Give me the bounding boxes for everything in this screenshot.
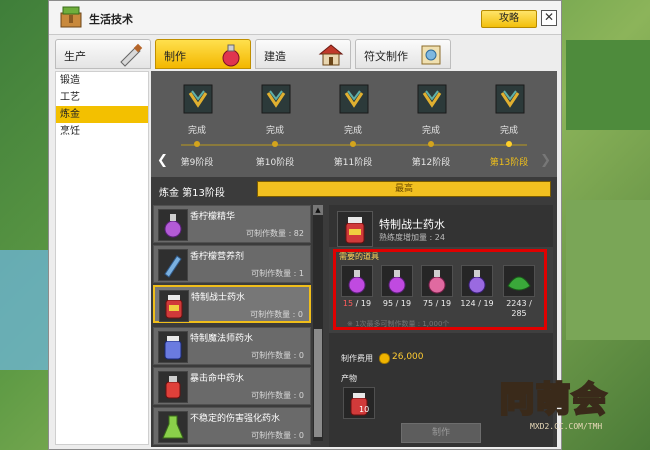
- tab-production[interactable]: 生产: [55, 39, 151, 69]
- detail-proficiency: 熟练度增加量 : 24: [379, 233, 445, 242]
- recipe-name: 香柠檬营养剂: [190, 252, 245, 262]
- potion-jar-icon: [158, 331, 188, 363]
- list-item[interactable]: 香柠檬精华 可制作数量 : 82: [153, 205, 311, 243]
- list-item[interactable]: 暴击命中药水 可制作数量 : 0: [153, 367, 311, 405]
- recipe-name: 特制魔法师药水: [190, 334, 254, 344]
- recipe-qty: 可制作数量 : 82: [246, 229, 304, 238]
- stage-10[interactable]: 完成 第10阶段: [245, 83, 305, 173]
- title-bar[interactable]: 生活技术 攻略 ✕: [49, 1, 561, 35]
- level-progress-text: 最高: [394, 184, 413, 194]
- stage-dot-current: [506, 141, 512, 147]
- recipe-name: 不稳定的伤害强化药水: [190, 414, 281, 424]
- level-progress-bar: 最高: [257, 181, 551, 197]
- list-item-selected[interactable]: 特制战士药水 可制作数量 : 0: [153, 285, 311, 323]
- sidebar-item-cooking[interactable]: 烹饪: [56, 123, 148, 140]
- recipe-name: 特制战士药水: [191, 293, 246, 303]
- potion-icon: [222, 44, 240, 67]
- recipe-name: 暴击命中药水: [190, 374, 245, 384]
- stage-dot: [350, 141, 356, 147]
- stage-name: 第13阶段: [489, 158, 529, 168]
- recipe-qty: 可制作数量 : 0: [250, 310, 303, 319]
- life-skills-window: 生活技术 攻略 ✕ 生产 制作 建造 符文制作 锻造 工艺 炼金 烹饪 完成 第…: [48, 0, 562, 450]
- alchemy-panel: 完成 第9阶段 完成 第10阶段 完成 第11阶段 完成 第12阶段 完成 第1…: [151, 71, 557, 447]
- stage-status: 完成: [265, 126, 284, 136]
- scroll-up-icon[interactable]: ▲: [313, 205, 323, 215]
- flask-icon: [158, 411, 188, 443]
- stage-name: 第9阶段: [180, 158, 214, 168]
- potion-icon: [158, 371, 188, 403]
- list-item[interactable]: 特制魔法师药水 可制作数量 : 0: [153, 327, 311, 365]
- stage-dot: [428, 141, 434, 147]
- crafting-box-icon: [60, 6, 82, 28]
- cost-label: 制作费用: [341, 354, 373, 363]
- category-tabs: 生产 制作 建造 符文制作: [55, 39, 555, 69]
- close-button[interactable]: ✕: [541, 10, 557, 26]
- stage-dot: [194, 141, 200, 147]
- make-button[interactable]: 制作: [401, 423, 481, 443]
- list-item[interactable]: 不稳定的伤害强化药水 可制作数量 : 0: [153, 407, 311, 445]
- recipe-name: 香柠檬精华: [190, 212, 236, 222]
- window-title: 生活技术: [89, 13, 133, 26]
- badge-icon: [339, 84, 369, 114]
- stage-name: 第10阶段: [255, 158, 295, 168]
- cost-value: 26,000: [392, 352, 424, 362]
- product-qty: 10: [359, 405, 370, 414]
- badge-icon: [261, 84, 291, 114]
- saw-icon: [120, 43, 143, 67]
- prev-stage-arrow-icon[interactable]: ❮: [157, 153, 168, 168]
- stage-9[interactable]: 完成 第9阶段: [167, 83, 227, 173]
- stage-11[interactable]: 完成 第11阶段: [323, 83, 383, 173]
- scrollbar-thumb[interactable]: [314, 329, 322, 437]
- tab-label: 符文制作: [364, 50, 408, 63]
- tab-crafting[interactable]: 制作: [155, 39, 251, 69]
- stage-status: 完成: [343, 126, 362, 136]
- tab-rune-crafting[interactable]: 符文制作: [355, 39, 451, 69]
- recipe-qty: 可制作数量 : 1: [251, 269, 304, 278]
- recipe-scrollbar[interactable]: ▲: [313, 205, 323, 441]
- watermark-logo: 同萌会 MXD2.CC.COM/TMH: [499, 372, 648, 442]
- stage-track: 完成 第9阶段 完成 第10阶段 完成 第11阶段 完成 第12阶段 完成 第1…: [151, 71, 557, 177]
- potion-icon: [158, 209, 188, 241]
- tab-building[interactable]: 建造: [255, 39, 351, 69]
- guide-button[interactable]: 攻略: [481, 10, 537, 28]
- potion-jar-icon[interactable]: [343, 387, 375, 419]
- stage-status: 完成: [499, 126, 518, 136]
- watermark-text: 同萌会: [499, 379, 608, 422]
- recipe-qty: 可制作数量 : 0: [251, 391, 304, 400]
- list-item[interactable]: 香柠檬营养剂 可制作数量 : 1: [153, 245, 311, 283]
- stage-status: 完成: [187, 126, 206, 136]
- stage-dot: [272, 141, 278, 147]
- tab-label: 生产: [64, 50, 86, 63]
- sidebar-item-craft[interactable]: 工艺: [56, 89, 148, 106]
- sidebar-item-smithing[interactable]: 锻造: [56, 72, 148, 89]
- recipe-list: 香柠檬精华 可制作数量 : 82 香柠檬营养剂 可制作数量 : 1 特制战士药水…: [153, 205, 311, 447]
- detail-name: 特制战士药水: [379, 218, 445, 231]
- product-label: 产物: [341, 374, 357, 383]
- badge-icon: [183, 84, 213, 114]
- scroll-icon: [421, 45, 441, 65]
- badge-icon: [495, 84, 525, 114]
- coin-icon: [379, 353, 390, 364]
- flask-icon: [158, 249, 188, 281]
- badge-icon: [417, 84, 447, 114]
- stage-status: 完成: [421, 126, 440, 136]
- skill-sidebar: 锻造 工艺 炼金 烹饪: [55, 71, 149, 445]
- tab-label: 建造: [264, 50, 286, 63]
- recipe-qty: 可制作数量 : 0: [251, 431, 304, 440]
- stage-13[interactable]: 完成 第13阶段: [479, 83, 539, 173]
- sidebar-item-alchemy[interactable]: 炼金: [56, 106, 148, 123]
- stage-name: 第12阶段: [411, 158, 451, 168]
- recipe-qty: 可制作数量 : 0: [251, 351, 304, 360]
- level-label: 炼金 第13阶段: [159, 188, 225, 199]
- potion-jar-icon: [159, 290, 189, 322]
- stage-12[interactable]: 完成 第12阶段: [401, 83, 461, 173]
- materials-highlight-box: [333, 249, 547, 330]
- tab-label: 制作: [164, 50, 186, 63]
- next-stage-arrow-icon[interactable]: ❯: [540, 153, 551, 168]
- house-icon: [318, 44, 344, 66]
- stage-name: 第11阶段: [333, 158, 373, 168]
- potion-jar-icon: [337, 211, 373, 247]
- watermark-url: MXD2.CC.COM/TMH: [530, 422, 603, 431]
